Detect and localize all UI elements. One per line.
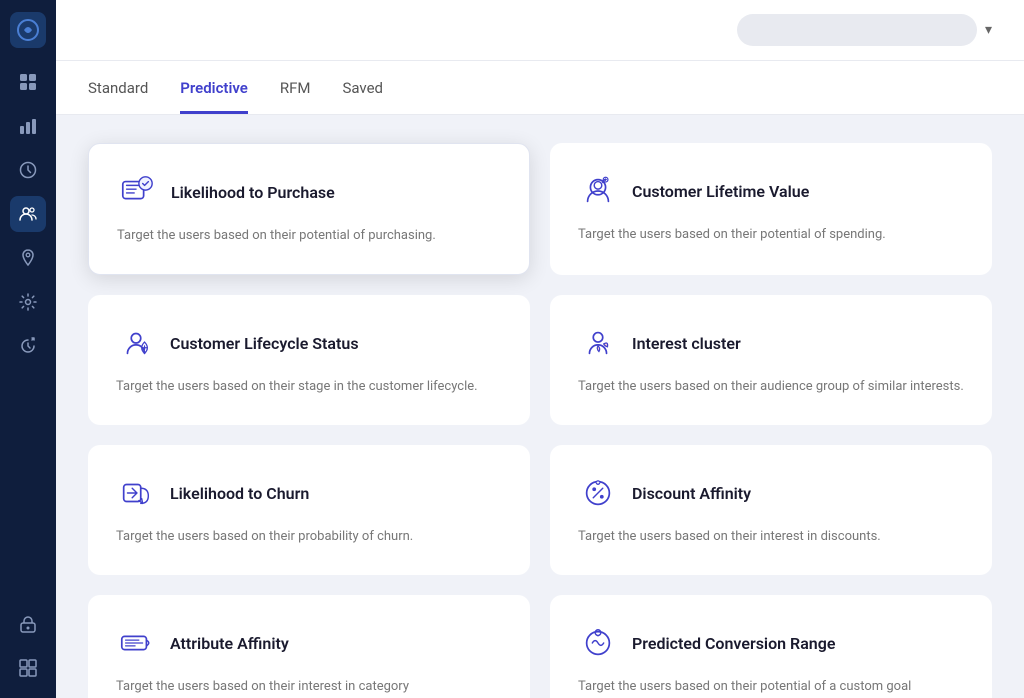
card-header: Discount Affinity xyxy=(578,473,964,513)
discount-affinity-icon xyxy=(578,473,618,513)
card-description: Target the users based on their probabil… xyxy=(116,527,502,547)
card-header: Predicted Conversion Range xyxy=(578,623,964,663)
card-header: Customer Lifecycle Status xyxy=(116,323,502,363)
card-header: Customer Lifetime Value xyxy=(578,171,964,211)
sidebar-item-lock[interactable] xyxy=(10,606,46,642)
sidebar-item-clock[interactable] xyxy=(10,152,46,188)
card-predicted-conversion-range[interactable]: Predicted Conversion Range Target the us… xyxy=(550,595,992,698)
card-likelihood-purchase[interactable]: Likelihood to Purchase Target the users … xyxy=(88,143,530,275)
likelihood-churn-icon xyxy=(116,473,156,513)
attribute-affinity-icon xyxy=(116,623,156,663)
card-header: Attribute Affinity xyxy=(116,623,502,663)
card-description: Target the users based on their potentia… xyxy=(578,677,964,697)
tab-standard[interactable]: Standard xyxy=(88,61,148,114)
main-content: ▾ Standard Predictive RFM Saved xyxy=(56,0,1024,698)
header-chevron-icon[interactable]: ▾ xyxy=(985,22,992,38)
card-title: Customer Lifetime Value xyxy=(632,182,809,201)
sidebar-bottom xyxy=(10,606,46,686)
sidebar-item-users[interactable] xyxy=(10,196,46,232)
sidebar-item-settings[interactable] xyxy=(10,284,46,320)
card-discount-affinity[interactable]: Discount Affinity Target the users based… xyxy=(550,445,992,575)
card-title: Discount Affinity xyxy=(632,484,751,503)
card-description: Target the users based on their interest… xyxy=(578,527,964,547)
card-header: Likelihood to Purchase xyxy=(117,172,501,212)
sidebar-logo[interactable] xyxy=(10,12,46,48)
card-description: Target the users based on their interest… xyxy=(116,677,502,697)
card-likelihood-churn[interactable]: Likelihood to Churn Target the users bas… xyxy=(88,445,530,575)
sidebar-item-analytics[interactable] xyxy=(10,108,46,144)
sidebar-item-location[interactable] xyxy=(10,240,46,276)
sidebar-item-grid[interactable] xyxy=(10,650,46,686)
header-search-bar xyxy=(737,14,977,46)
header: ▾ xyxy=(56,0,1024,61)
card-customer-lifecycle-status[interactable]: Customer Lifecycle Status Target the use… xyxy=(88,295,530,425)
card-header: Interest cluster xyxy=(578,323,964,363)
card-attribute-affinity[interactable]: Attribute Affinity Target the users base… xyxy=(88,595,530,698)
tab-predictive[interactable]: Predictive xyxy=(180,61,248,114)
card-header: Likelihood to Churn xyxy=(116,473,502,513)
sidebar-item-dashboard[interactable] xyxy=(10,64,46,100)
card-description: Target the users based on their stage in… xyxy=(116,377,502,397)
customer-lifecycle-status-icon xyxy=(116,323,156,363)
predicted-conversion-range-icon xyxy=(578,623,618,663)
card-interest-cluster[interactable]: Interest cluster Target the users based … xyxy=(550,295,992,425)
tabs-bar: Standard Predictive RFM Saved xyxy=(56,61,1024,115)
card-description: Target the users based on their potentia… xyxy=(117,226,501,246)
card-description: Target the users based on their audience… xyxy=(578,377,964,397)
card-title: Interest cluster xyxy=(632,334,741,353)
card-title: Likelihood to Purchase xyxy=(171,183,335,202)
card-title: Attribute Affinity xyxy=(170,634,289,653)
tab-rfm[interactable]: RFM xyxy=(280,61,311,114)
interest-cluster-icon xyxy=(578,323,618,363)
card-title: Customer Lifecycle Status xyxy=(170,334,359,353)
sidebar-item-history[interactable] xyxy=(10,328,46,364)
card-title: Likelihood to Churn xyxy=(170,484,309,503)
card-title: Predicted Conversion Range xyxy=(632,634,835,653)
customer-lifetime-value-icon xyxy=(578,171,618,211)
card-description: Target the users based on their potentia… xyxy=(578,225,964,245)
sidebar xyxy=(0,0,56,698)
card-customer-lifetime-value[interactable]: Customer Lifetime Value Target the users… xyxy=(550,143,992,275)
cards-grid: Likelihood to Purchase Target the users … xyxy=(88,143,992,698)
content-area: Likelihood to Purchase Target the users … xyxy=(56,115,1024,698)
likelihood-purchase-icon xyxy=(117,172,157,212)
tab-saved[interactable]: Saved xyxy=(342,61,383,114)
